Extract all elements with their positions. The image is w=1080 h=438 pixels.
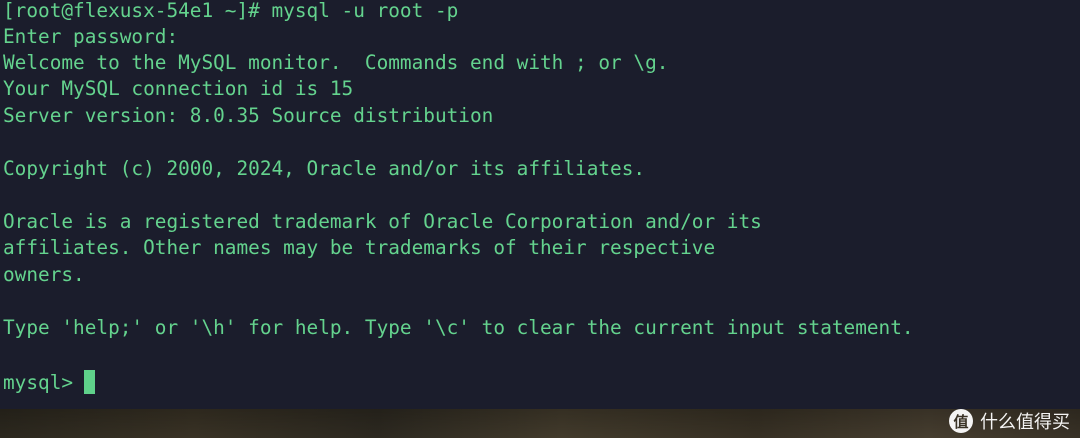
text-cursor	[84, 370, 96, 394]
site-watermark: 值 什么值得买	[949, 406, 1070, 436]
terminal-line: Your MySQL connection id is 15	[3, 77, 354, 100]
terminal-line: Type 'help;' or '\h' for help. Type '\c'…	[3, 316, 914, 339]
terminal-window[interactable]: [root@flexusx-54e1 ~]# mysql -u root -p …	[0, 0, 1080, 409]
terminal-line: Enter password:	[3, 25, 179, 48]
background-photo-strip	[0, 409, 1080, 438]
terminal-line: Oracle is a registered trademark of Orac…	[3, 210, 762, 233]
terminal-line: Welcome to the MySQL monitor. Commands e…	[3, 51, 669, 74]
terminal-line: owners.	[3, 263, 85, 286]
watermark-logo-icon: 值	[949, 409, 973, 433]
mysql-prompt: mysql>	[3, 370, 74, 394]
terminal-input-line[interactable]: mysql>	[3, 369, 96, 395]
terminal-line: affiliates. Other names may be trademark…	[3, 236, 716, 259]
watermark-text: 什么值得买	[980, 412, 1070, 433]
terminal-line: Server version: 8.0.35 Source distributi…	[3, 104, 494, 127]
terminal-line: [root@flexusx-54e1 ~]# mysql -u root -p	[3, 0, 459, 22]
terminal-line: Copyright (c) 2000, 2024, Oracle and/or …	[3, 157, 646, 180]
